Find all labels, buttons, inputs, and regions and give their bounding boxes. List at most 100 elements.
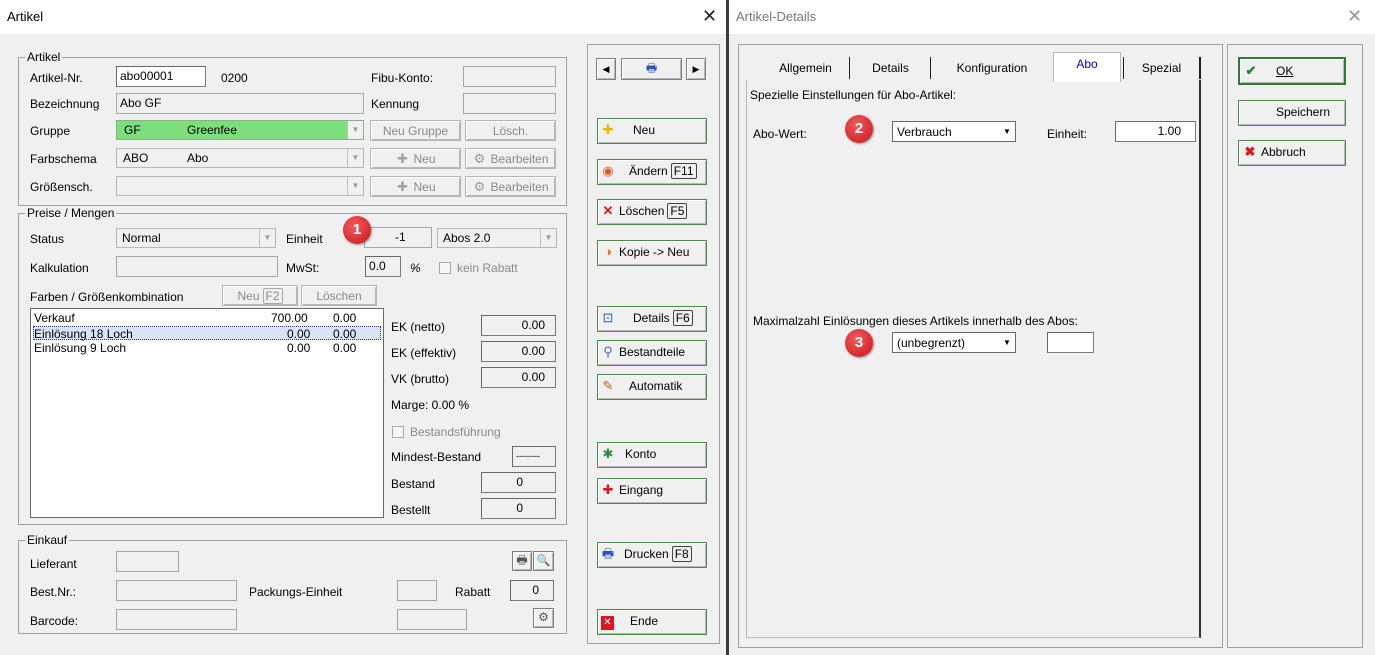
lieferant-print-button[interactable]: 🖶 [512, 551, 532, 571]
tab-konfiguration[interactable]: Konfiguration [932, 57, 1052, 79]
kombination-list[interactable]: Verkauf 700.00 0.00 Einlösung 18 Loch 0.… [30, 308, 384, 518]
list-item[interactable]: Verkauf 700.00 0.00 [33, 311, 381, 325]
print-button[interactable]: 🖶 [621, 58, 682, 80]
artikel-nr-field[interactable]: abo00001 [116, 66, 206, 87]
marge-text: Marge: 0.00 % [391, 398, 470, 412]
speichern-label: Speichern [1275, 105, 1331, 119]
packungs-einheit-label: Packungs-Einheit [249, 585, 343, 599]
fibu-konto-field[interactable] [463, 66, 556, 87]
tab-allgemein[interactable]: Allgemein [762, 57, 850, 79]
automatik-button[interactable]: ✎ Automatik [597, 374, 707, 400]
abo-wert-select[interactable]: Verbrauch ▼ [892, 121, 1016, 142]
list-item-selected[interactable]: Einlösung 18 Loch 0.00 0.00 [33, 326, 381, 341]
farbschema-bearbeiten-button[interactable]: ⚙ Bearbeiten [465, 148, 556, 169]
artikel-window: Artikel ✕ Artikel Artikel-Nr. abo00001 0… [0, 0, 726, 655]
eingang-button[interactable]: ✚ Eingang [597, 478, 707, 504]
neu-button[interactable]: ✚ Neu [597, 118, 707, 144]
tab-spezial[interactable]: Spezial [1123, 57, 1201, 79]
gruppe-code: GF [124, 123, 141, 137]
neu-gruppe-button[interactable]: Neu Gruppe [370, 120, 461, 141]
drucken-button[interactable]: 🖶 Drucken F8 [597, 542, 707, 568]
tab-abo[interactable]: Abo [1053, 52, 1121, 82]
lieferant-label: Lieferant [30, 557, 77, 571]
kalkulation-field[interactable] [116, 256, 278, 277]
bestellt-field[interactable]: 0 [481, 498, 556, 519]
groessenschema-neu-button[interactable]: ✚ Neu [370, 176, 461, 197]
barcode-extra-field[interactable] [397, 609, 467, 630]
max-einloesungen-field[interactable] [1047, 332, 1094, 353]
barcode-gear-button[interactable]: ⚙ [533, 608, 554, 628]
gruppe-select[interactable]: GF Greenfee ▼ [116, 120, 364, 140]
bestandteile-button[interactable]: ⚲ Bestandteile [597, 340, 707, 366]
aendern-button[interactable]: ◉ Ändern F11 [597, 159, 707, 185]
ok-button[interactable]: ✔ OK [1238, 57, 1346, 85]
list-item[interactable]: Einlösung 9 Loch 0.00 0.00 [33, 341, 381, 355]
bezeichnung-label: Bezeichnung [30, 97, 100, 111]
groessenschema-select[interactable]: ▼ [116, 176, 364, 196]
max-einloesungen-select[interactable]: (unbegrenzt) ▼ [892, 332, 1016, 353]
wand-icon: ✎ [602, 378, 614, 393]
vk-brutto-field[interactable]: 0.00 [481, 367, 556, 388]
artikel-legend: Artikel [25, 50, 63, 64]
next-button[interactable]: ▶ [686, 58, 706, 80]
tab-details[interactable]: Details [851, 57, 931, 79]
loeschen-button[interactable]: ✕ Löschen F5 [597, 199, 707, 225]
chevron-down-icon[interactable]: ▼ [347, 177, 363, 195]
chevron-down-icon[interactable]: ▼ [347, 121, 363, 139]
chevron-down-icon[interactable]: ▼ [347, 149, 363, 167]
groessenschema-bearbeiten-button[interactable]: ⚙ Bearbeiten [465, 176, 556, 197]
kalkulation-label: Kalkulation [30, 261, 89, 275]
bestnr-field[interactable] [116, 580, 237, 601]
einheit-field[interactable]: -1 [364, 227, 432, 248]
details-button[interactable]: ⊡ Details F6 [597, 306, 707, 332]
status-select[interactable]: Normal ▼ [116, 228, 276, 248]
einheit-select[interactable]: Abos 2.0 ▼ [437, 228, 557, 248]
tab-content [746, 80, 1201, 638]
ek-effektiv-label: EK (effektiv) [391, 346, 457, 360]
rabatt-field[interactable]: 0 [510, 580, 554, 601]
bestand-field[interactable]: 0 [481, 472, 556, 493]
kein-rabatt-checkbox[interactable] [439, 262, 451, 274]
chevron-down-icon[interactable]: ▼ [999, 333, 1015, 352]
loesch-gruppe-button[interactable]: Lösch. [465, 120, 556, 141]
packungs-einheit-field[interactable] [397, 580, 437, 601]
farben-loeschen-button[interactable]: Löschen [301, 285, 377, 306]
close-icon[interactable]: ✕ [1347, 6, 1362, 27]
chevron-down-icon[interactable]: ▼ [999, 122, 1015, 141]
title-bar: Artikel-Details ✕ [729, 0, 1375, 34]
callout-badge-1: 1 [343, 216, 371, 244]
mwst-field[interactable]: 0.0 [365, 256, 401, 277]
speichern-button[interactable]: Speichern [1238, 100, 1346, 126]
farbschema-select[interactable]: ABO Abo ▼ [116, 148, 364, 168]
details-label: Details [633, 311, 670, 325]
farbschema-neu-button[interactable]: ✚ Neu [370, 148, 461, 169]
farben-neu-button[interactable]: Neu F2 [222, 285, 298, 306]
automatik-label: Automatik [629, 379, 683, 393]
barcode-field[interactable] [116, 609, 237, 630]
prev-button[interactable]: ◀ [596, 58, 616, 80]
bezeichnung-field[interactable]: Abo GF [116, 93, 364, 114]
lieferant-search-button[interactable]: 🔍 [533, 551, 554, 571]
kennung-field[interactable] [463, 93, 556, 114]
kopie-button[interactable]: ◑ Kopie -> Neu [597, 240, 707, 266]
lieferant-field[interactable] [116, 551, 179, 572]
bestnr-label: Best.Nr.: [30, 585, 77, 599]
neu-label: Neu [413, 180, 436, 194]
row-name: Verkauf [34, 311, 75, 325]
row-name: Einlösung 18 Loch [34, 327, 133, 341]
ende-button[interactable]: ✕ Ende [597, 609, 707, 635]
konto-button[interactable]: ✱ Konto [597, 442, 707, 468]
einheit-field[interactable]: 1.00 [1115, 121, 1196, 142]
close-icon[interactable]: ✕ [702, 6, 717, 27]
plus-icon: ✚ [397, 179, 408, 194]
bestandsfuehrung-checkbox[interactable] [392, 426, 404, 438]
plus-icon: ✚ [602, 482, 614, 497]
mindest-bestand-field[interactable]: -------- [512, 446, 556, 467]
chevron-down-icon[interactable]: ▼ [259, 229, 275, 247]
ek-netto-field[interactable]: 0.00 [481, 315, 556, 336]
chevron-down-icon[interactable]: ▼ [540, 229, 556, 247]
rabatt-label: Rabatt [455, 585, 491, 599]
ek-effektiv-field[interactable]: 0.00 [481, 341, 556, 362]
row-value: 0.00 [333, 327, 357, 341]
abbruch-button[interactable]: ✖ Abbruch [1238, 140, 1346, 166]
